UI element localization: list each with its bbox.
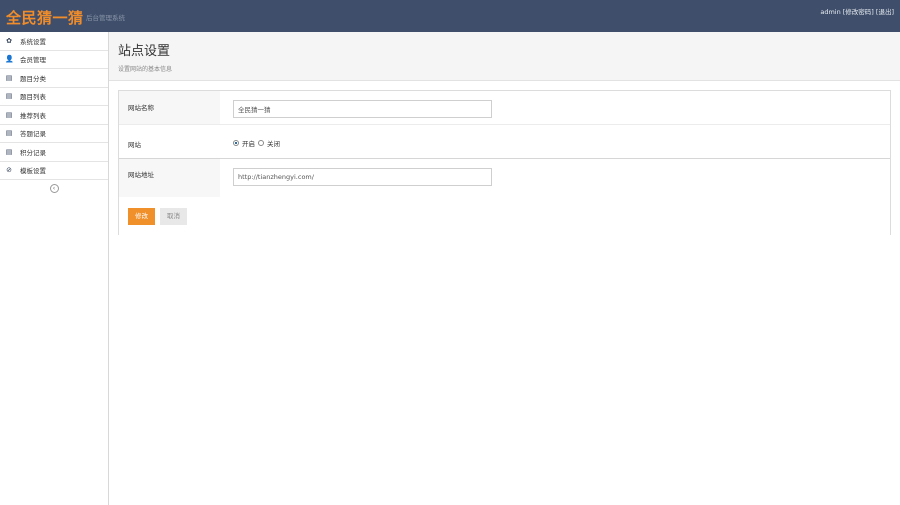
sidebar-item-question-categories[interactable]: ▤ 题目分类 xyxy=(0,69,108,88)
site-name-input[interactable] xyxy=(233,100,492,118)
sidebar-item-label: 积分记录 xyxy=(20,148,46,157)
list-icon: ▤ xyxy=(5,73,13,82)
site-url-label: 网站地址 xyxy=(119,159,220,197)
sidebar-item-members[interactable]: 👤 会员管理 xyxy=(0,51,108,69)
form-actions: 修改 取消 xyxy=(128,208,187,225)
form-row-site-name: 网站名称 xyxy=(119,91,890,125)
list-icon: ▤ xyxy=(5,129,13,138)
app-subtitle: 后台管理系统 xyxy=(86,14,125,22)
sidebar-item-label: 推荐列表 xyxy=(20,111,46,120)
sidebar-item-label: 系统设置 xyxy=(20,37,46,46)
list-icon: ▤ xyxy=(5,147,13,156)
sidebar-item-points-records[interactable]: ▤ 积分记录 xyxy=(0,143,108,162)
page-title: 站点设置 xyxy=(118,44,171,59)
sidebar-item-templates[interactable]: ⊘ 模板设置 xyxy=(0,162,108,180)
settings-form: 网站名称 网站 开启 关闭 网站地址 修改 取消 xyxy=(118,90,891,235)
site-url-input[interactable] xyxy=(233,168,492,186)
sidebar-item-questions[interactable]: ▤ 题目列表 xyxy=(0,88,108,106)
page-header: 站点设置 设置网站的基本信息 xyxy=(109,32,900,81)
sidebar-item-label: 模板设置 xyxy=(20,167,46,176)
compass-icon: ⊘ xyxy=(6,166,12,175)
sidebar: ✿ 系统设置 👤 会员管理 ▤ 题目分类 ▤ 题目列表 ▤ 推荐列表 ▤ 答题记… xyxy=(0,32,109,505)
sidebar-item-answer-records[interactable]: ▤ 答题记录 xyxy=(0,125,108,143)
form-row-status: 网站 开启 关闭 xyxy=(119,125,890,159)
sidebar-item-label: 题目列表 xyxy=(20,93,46,102)
status-open-label[interactable]: 开启 xyxy=(242,138,255,148)
form-row-site-url: 网站地址 xyxy=(119,159,890,197)
list-icon: ▤ xyxy=(5,110,13,119)
app-title[interactable]: 全民猜一猜 xyxy=(6,7,84,28)
gear-icon: ✿ xyxy=(6,36,12,45)
sidebar-item-system-settings[interactable]: ✿ 系统设置 xyxy=(0,32,108,51)
status-open-radio[interactable] xyxy=(233,140,239,146)
collapse-sidebar-icon[interactable]: ‹ xyxy=(49,184,59,193)
submit-button[interactable]: 修改 xyxy=(128,208,155,225)
site-status-label: 网站 xyxy=(119,125,220,158)
sidebar-item-recommendations[interactable]: ▤ 推荐列表 xyxy=(0,106,108,125)
user-menu[interactable]: admin [修改密码] [退出] xyxy=(820,6,894,16)
cancel-button[interactable]: 取消 xyxy=(160,208,187,225)
page-description: 设置网站的基本信息 xyxy=(118,66,173,73)
top-bar: 全民猜一猜 后台管理系统 admin [修改密码] [退出] xyxy=(0,0,900,32)
sidebar-item-label: 答题记录 xyxy=(20,130,46,139)
main-content: 站点设置 设置网站的基本信息 网站名称 网站 开启 关闭 网站地址 xyxy=(109,32,900,505)
site-name-label: 网站名称 xyxy=(119,91,220,124)
list-icon: ▤ xyxy=(5,92,13,101)
status-close-label[interactable]: 关闭 xyxy=(267,138,280,148)
user-icon: 👤 xyxy=(5,55,14,64)
sidebar-item-label: 会员管理 xyxy=(20,56,46,65)
sidebar-item-label: 题目分类 xyxy=(20,74,46,83)
status-close-radio[interactable] xyxy=(258,140,264,146)
site-status-radio-group: 开启 关闭 xyxy=(233,138,280,148)
